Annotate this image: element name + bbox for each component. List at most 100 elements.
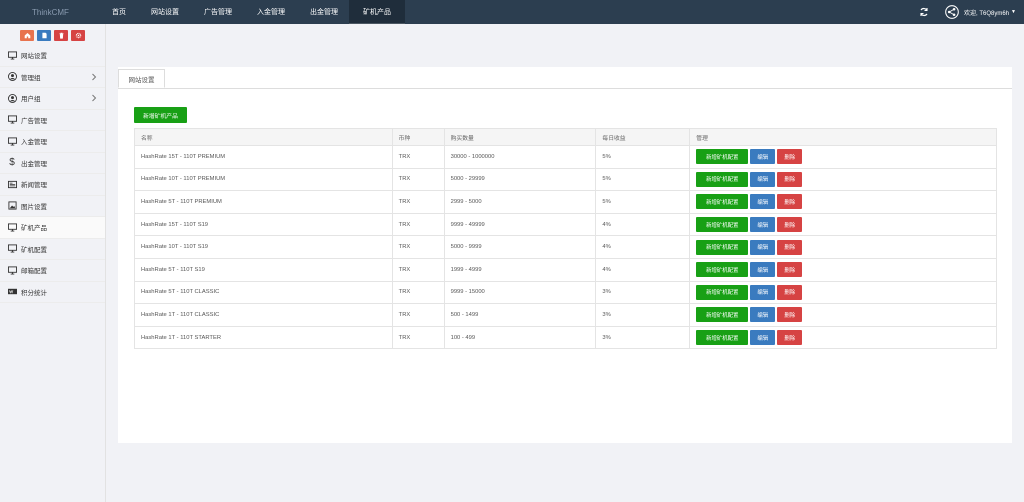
column-header-daily-yield: 每日收益	[595, 128, 691, 146]
row-actions: 新增矿机配置 编辑 删除	[696, 217, 996, 233]
user-circle-icon	[7, 72, 17, 82]
sidebar-item-deposit[interactable]: 入金管理	[0, 131, 105, 153]
sidebar-item-points-stats[interactable]: 积分统计	[0, 282, 105, 303]
quantity-cell: 100 - 499	[443, 325, 597, 350]
quantity-cell: 5000 - 9999	[443, 235, 597, 259]
daily-yield-cell: 5%	[595, 167, 691, 192]
sidebar-item-miner-config[interactable]: 矿机配置	[0, 239, 105, 260]
row-actions: 新增矿机配置 编辑 删除	[696, 194, 996, 210]
sidebar-item-news[interactable]: 新闻管理	[0, 174, 105, 196]
column-header-name: 名称	[134, 128, 393, 146]
edit-button[interactable]: 编辑	[750, 262, 776, 278]
home-button[interactable]	[20, 30, 34, 41]
delete-button[interactable]: 删除	[777, 149, 803, 165]
add-miner-config-button[interactable]: 新增矿机配置	[696, 194, 749, 210]
column-header-manage: 管理	[689, 128, 997, 146]
add-miner-config-button[interactable]: 新增矿机配置	[696, 217, 749, 233]
sidebar-item-label: 积分统计	[21, 289, 47, 297]
sidebar-item-mail-config[interactable]: 邮箱配置	[0, 260, 105, 282]
edit-button[interactable]: 编辑	[750, 194, 776, 210]
chevron-right-icon	[92, 94, 97, 102]
user-greeting[interactable]: 欢迎, T6Q8ym6h	[964, 8, 1009, 17]
document-button[interactable]	[37, 30, 51, 41]
sidebar-item-user-group[interactable]: 用户组	[0, 88, 105, 110]
chevron-down-icon[interactable]: ▼	[1011, 9, 1016, 15]
trash-button[interactable]	[54, 30, 68, 41]
home-icon	[24, 33, 30, 39]
main-nav: 首页 网站设置 广告管理 入金管理 出金管理 矿机产品	[112, 0, 405, 24]
add-miner-product-button[interactable]: 新增矿机产品	[134, 107, 187, 123]
quantity-cell: 500 - 1499	[443, 303, 597, 327]
nav-miner-products[interactable]: 矿机产品	[349, 0, 405, 24]
delete-button[interactable]: 删除	[777, 239, 803, 255]
add-miner-config-button[interactable]: 新增矿机配置	[696, 262, 749, 278]
sidebar-item-withdraw[interactable]: $ 出金管理	[0, 153, 105, 174]
table-header-row: 名称 币种 购买数量 每日收益 管理	[134, 128, 997, 146]
add-miner-config-button[interactable]: 新增矿机配置	[696, 307, 749, 323]
nav-deposit[interactable]: 入金管理	[257, 0, 285, 24]
delete-button[interactable]: 删除	[777, 330, 803, 346]
add-miner-config-button[interactable]: 新增矿机配置	[696, 284, 749, 300]
add-miner-config-button[interactable]: 新增矿机配置	[696, 149, 749, 165]
currency-cell: TRX	[391, 303, 445, 327]
edit-button[interactable]: 编辑	[750, 239, 776, 255]
edit-button[interactable]: 编辑	[750, 307, 776, 323]
nav-home[interactable]: 首页	[112, 0, 126, 24]
sidebar: 网站设置 管理组 用户组 广告管理 入金管理 $ 出金管理 新闻管理 图片设置 …	[0, 24, 106, 502]
tab-site-settings[interactable]: 网站设置	[118, 69, 165, 88]
product-name-cell: HashRate 10T - 110T PREMIUM	[134, 167, 393, 192]
nav-site-settings[interactable]: 网站设置	[151, 0, 179, 24]
nav-ads[interactable]: 广告管理	[204, 0, 232, 24]
delete-button[interactable]: 删除	[777, 217, 803, 233]
quick-actions	[0, 24, 105, 45]
top-navbar: ThinkCMF 首页 网站设置 广告管理 入金管理 出金管理 矿机产品 欢迎,…	[0, 0, 1024, 24]
sidebar-item-label: 管理组	[21, 74, 41, 82]
quantity-cell: 30000 - 1000000	[443, 145, 597, 169]
column-header-currency: 币种	[391, 128, 445, 146]
edit-button[interactable]: 编辑	[750, 217, 776, 233]
edit-button[interactable]: 编辑	[750, 330, 776, 346]
sidebar-item-label: 用户组	[21, 96, 41, 104]
add-miner-config-button[interactable]: 新增矿机配置	[696, 330, 749, 346]
manage-cell: 新增矿机配置 编辑 删除	[689, 145, 997, 169]
sidebar-item-site-settings[interactable]: 网站设置	[0, 45, 105, 67]
row-actions: 新增矿机配置 编辑 删除	[696, 239, 996, 255]
delete-button[interactable]: 删除	[777, 194, 803, 210]
delete-button[interactable]: 删除	[777, 284, 803, 300]
edit-button[interactable]: 编辑	[750, 149, 776, 165]
monitor-icon	[7, 244, 17, 254]
brand-logo[interactable]: ThinkCMF	[0, 8, 106, 17]
sidebar-item-admin-group[interactable]: 管理组	[0, 67, 105, 88]
nav-withdraw[interactable]: 出金管理	[310, 0, 338, 24]
daily-yield-cell: 3%	[595, 325, 691, 350]
daily-yield-cell: 3%	[595, 303, 691, 327]
sidebar-item-miner-products[interactable]: 矿机产品	[0, 217, 105, 239]
settings-button[interactable]	[71, 30, 85, 41]
edit-button[interactable]: 编辑	[750, 284, 776, 300]
share-icon[interactable]	[945, 5, 959, 19]
product-name-cell: HashRate 1T - 110T CLASSIC	[134, 303, 393, 327]
sidebar-item-label: 广告管理	[21, 117, 47, 125]
manage-cell: 新增矿机配置 编辑 删除	[689, 257, 997, 282]
delete-button[interactable]: 删除	[777, 171, 803, 187]
quantity-cell: 9999 - 49999	[443, 212, 597, 237]
product-name-cell: HashRate 1T - 110T STARTER	[134, 325, 393, 350]
refresh-icon[interactable]	[919, 7, 929, 17]
delete-button[interactable]: 删除	[777, 307, 803, 323]
edit-button[interactable]: 编辑	[750, 171, 776, 187]
sidebar-item-ads[interactable]: 广告管理	[0, 110, 105, 131]
table-row: HashRate 5T - 110T CLASSIC TRX 9999 - 1500…	[134, 280, 997, 305]
currency-cell: TRX	[391, 145, 445, 169]
monitor-icon	[7, 115, 17, 125]
add-miner-config-button[interactable]: 新增矿机配置	[696, 171, 749, 187]
gear-icon	[75, 32, 81, 39]
row-actions: 新增矿机配置 编辑 删除	[696, 171, 996, 187]
add-miner-config-button[interactable]: 新增矿机配置	[696, 239, 749, 255]
manage-cell: 新增矿机配置 编辑 删除	[689, 303, 997, 327]
sidebar-item-label: 图片设置	[21, 203, 47, 211]
dollar-icon: $	[9, 157, 15, 169]
sidebar-item-images[interactable]: 图片设置	[0, 196, 105, 217]
table-row: HashRate 15T - 110T PREMIUM TRX 30000 - 10…	[134, 145, 997, 169]
product-name-cell: HashRate 5T - 110T PREMIUM	[134, 190, 393, 214]
delete-button[interactable]: 删除	[777, 262, 803, 278]
